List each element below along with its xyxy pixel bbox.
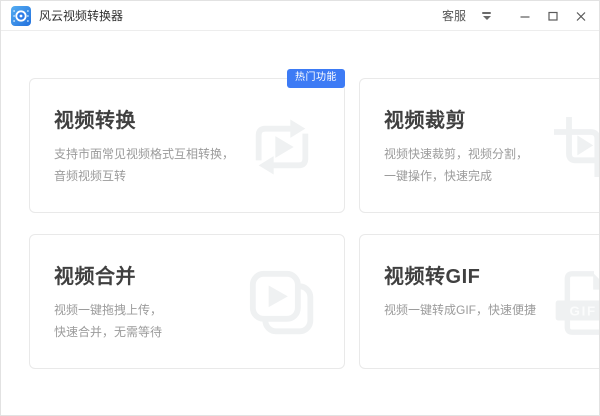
- app-window: 风云视频转换器 客服: [0, 0, 600, 416]
- card-title: 视频裁剪: [384, 104, 600, 133]
- card-description-line: 视频一键转成GIF，快速便捷: [384, 299, 536, 321]
- card-description-line: 支持市面常见视频格式互相转换，: [54, 143, 234, 165]
- card-description: 视频一键拖拽上传， 快速合并，无需等待: [54, 299, 234, 343]
- feature-card-video-to-gif[interactable]: 视频转GIF 视频一键转成GIF，快速便捷 GIF: [359, 234, 600, 369]
- window-title: 风云视频转换器: [39, 7, 123, 24]
- feature-card-video-convert[interactable]: 热门功能 视频转换 支持市面常见视频格式互相转换， 音频视频互转: [29, 78, 345, 213]
- close-button[interactable]: [571, 6, 591, 26]
- card-description-line: 音频视频互转: [54, 165, 234, 187]
- support-link[interactable]: 客服: [442, 7, 466, 24]
- card-description: 支持市面常见视频格式互相转换， 音频视频互转: [54, 143, 234, 187]
- card-description: 视频快速裁剪，视频分割， 一键操作，快速完成: [384, 143, 536, 187]
- minimize-button[interactable]: [515, 6, 535, 26]
- card-description-line: 快速合并，无需等待: [54, 321, 234, 343]
- card-title: 视频合并: [54, 260, 344, 289]
- card-description-line: 一键操作，快速完成: [384, 165, 536, 187]
- feature-card-video-crop[interactable]: 视频裁剪 视频快速裁剪，视频分割， 一键操作，快速完成: [359, 78, 600, 213]
- menu-dropdown-icon[interactable]: [482, 12, 491, 20]
- feature-card-video-merge[interactable]: 视频合并 视频一键拖拽上传， 快速合并，无需等待: [29, 234, 345, 369]
- card-title: 视频转换: [54, 104, 344, 133]
- hot-badge: 热门功能: [287, 69, 345, 88]
- card-description-line: 视频一键拖拽上传，: [54, 299, 234, 321]
- titlebar: 风云视频转换器 客服: [1, 1, 599, 31]
- card-description-line: 视频快速裁剪，视频分割，: [384, 143, 536, 165]
- gif-icon-label: GIF: [570, 304, 597, 319]
- card-description: 视频一键转成GIF，快速便捷: [384, 299, 536, 321]
- app-logo-icon: [11, 6, 31, 26]
- card-title: 视频转GIF: [384, 260, 600, 289]
- maximize-button[interactable]: [543, 6, 563, 26]
- main-content: 热门功能 视频转换 支持市面常见视频格式互相转换， 音频视频互转: [1, 31, 599, 369]
